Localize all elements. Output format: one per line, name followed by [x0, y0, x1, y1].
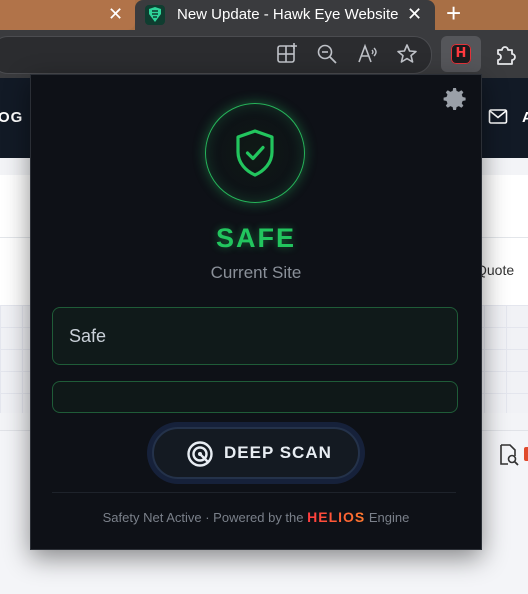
extensions-puzzle-icon[interactable] [492, 40, 520, 68]
mail-icon[interactable] [488, 108, 508, 128]
footer-suffix: Engine [368, 510, 410, 525]
scan-result-field: Safe [52, 307, 458, 365]
tab-title: New Update - Hawk Eye Website [177, 6, 399, 23]
footer-prefix: Safety Net Active · Powered by the [102, 510, 304, 525]
deep-scan-button[interactable]: DEEP SCAN [147, 422, 365, 484]
scan-progress-bar [52, 381, 458, 413]
helios-extension-icon[interactable]: H [441, 36, 481, 72]
tab-active[interactable]: New Update - Hawk Eye Website ✕ [135, 0, 435, 30]
popup-footer: Safety Net Active · Powered by the HELIO… [31, 509, 481, 525]
hawk-eye-favicon-icon [145, 5, 165, 25]
helios-brand: HELIOS [307, 509, 366, 525]
status-title: SAFE [215, 223, 296, 253]
gear-icon[interactable] [441, 85, 469, 113]
search-document-icon[interactable] [496, 443, 520, 467]
zoom-out-icon[interactable] [315, 42, 339, 66]
deep-scan-button-face[interactable]: DEEP SCAN [152, 427, 360, 479]
deep-scan-label: DEEP SCAN [224, 443, 332, 462]
tab-strip: ✕ New Update - Hawk Eye Website ✕ + [0, 0, 528, 30]
tab-previous[interactable]: ✕ [0, 0, 135, 30]
scan-result-value: Safe [69, 326, 107, 346]
site-nav-item[interactable]: A [522, 109, 528, 126]
tab-close-button[interactable]: ✕ [407, 3, 422, 25]
split-screen-icon[interactable] [275, 42, 299, 66]
helios-popup: SAFE Current Site Safe DEEP SCAN Safety … [30, 74, 482, 550]
shield-check-icon [236, 129, 274, 177]
read-aloud-icon[interactable] [355, 42, 379, 66]
status-subtitle: Current Site [210, 263, 302, 282]
target-scan-icon [186, 440, 214, 468]
site-nav-item[interactable]: OG [0, 109, 23, 126]
status-indicator [205, 103, 305, 203]
helios-badge: H [451, 44, 471, 64]
tab-close-button[interactable]: ✕ [108, 3, 123, 25]
site-accent-mark [524, 447, 528, 461]
new-tab-button[interactable]: + [446, 0, 461, 26]
divider [52, 492, 456, 493]
favorite-star-icon[interactable] [395, 42, 419, 66]
